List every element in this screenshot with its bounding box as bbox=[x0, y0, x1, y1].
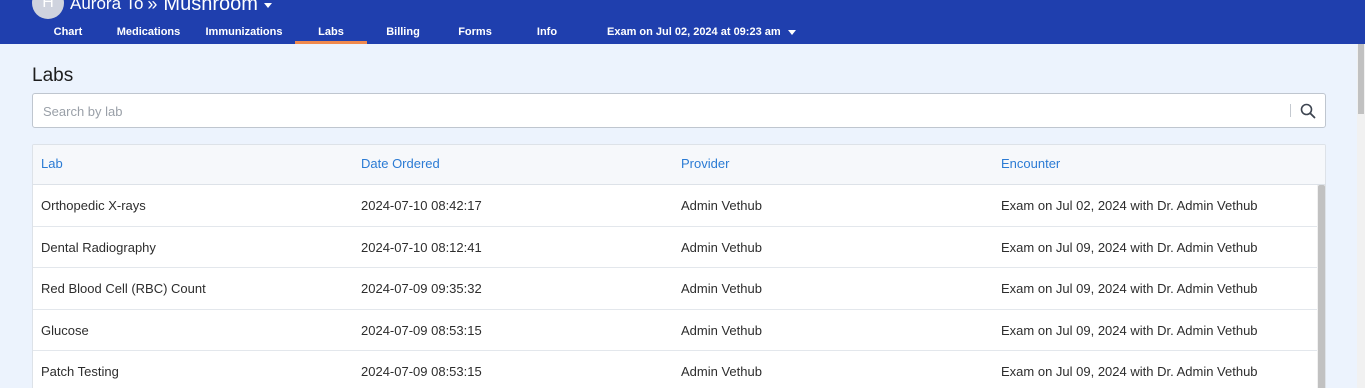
avatar[interactable]: H bbox=[32, 0, 64, 19]
table-body: Orthopedic X-rays 2024-07-10 08:42:17 Ad… bbox=[33, 185, 1317, 388]
lab-name-cell: Glucose bbox=[41, 322, 89, 338]
chevron-down-icon bbox=[787, 29, 796, 35]
encounter-cell: Exam on Jul 09, 2024 with Dr. Admin Veth… bbox=[1001, 281, 1258, 296]
lab-name-cell: Red Blood Cell (RBC) Count bbox=[41, 281, 206, 296]
tab-forms[interactable]: Forms bbox=[449, 22, 501, 44]
table-scrollbar[interactable] bbox=[1317, 185, 1325, 388]
table-row[interactable]: Dental Radiography 2024-07-10 08:12:41 A… bbox=[33, 226, 1317, 268]
search-icon[interactable] bbox=[1299, 102, 1317, 120]
page-scrollbar-thumb[interactable] bbox=[1358, 44, 1364, 114]
page-scrollbar[interactable] bbox=[1357, 44, 1365, 388]
date-ordered-cell: 2024-07-09 08:53:15 bbox=[361, 322, 482, 338]
lab-name-cell: Orthopedic X-rays bbox=[41, 198, 146, 213]
search-divider bbox=[1290, 104, 1291, 117]
encounter-cell: Exam on Jul 09, 2024 with Dr. Admin Veth… bbox=[1001, 322, 1258, 338]
encounter-select[interactable]: Exam on Jul 02, 2024 at 09:23 am bbox=[607, 22, 796, 42]
table-scrollbar-thumb[interactable] bbox=[1318, 185, 1325, 388]
breadcrumb-separator: » bbox=[147, 0, 158, 14]
table-row[interactable]: Glucose 2024-07-09 08:53:15 Admin Vethub… bbox=[33, 309, 1317, 351]
search-bar bbox=[32, 93, 1326, 128]
provider-cell: Admin Vethub bbox=[681, 322, 762, 338]
date-ordered-cell: 2024-07-10 08:12:41 bbox=[361, 239, 482, 255]
table-row[interactable]: Patch Testing 2024-07-09 08:53:15 Admin … bbox=[33, 351, 1317, 388]
date-ordered-cell: 2024-07-09 08:53:15 bbox=[361, 364, 482, 379]
tab-billing[interactable]: Billing bbox=[377, 22, 429, 44]
column-header-date-ordered[interactable]: Date Ordered bbox=[361, 145, 440, 185]
column-header-provider[interactable]: Provider bbox=[681, 145, 729, 185]
provider-cell: Admin Vethub bbox=[681, 198, 762, 213]
table-row[interactable]: Orthopedic X-rays 2024-07-10 08:42:17 Ad… bbox=[33, 185, 1317, 227]
tab-labs[interactable]: Labs bbox=[295, 22, 367, 44]
encounter-cell: Exam on Jul 09, 2024 with Dr. Admin Veth… bbox=[1001, 364, 1258, 379]
client-name-link[interactable]: Aurora To bbox=[70, 0, 143, 14]
tab-medications[interactable]: Medications bbox=[110, 22, 187, 44]
encounter-select-label: Exam on Jul 02, 2024 at 09:23 am bbox=[607, 26, 781, 38]
search-input[interactable] bbox=[43, 101, 1283, 121]
provider-cell: Admin Vethub bbox=[681, 364, 762, 379]
table-row[interactable]: Red Blood Cell (RBC) Count 2024-07-09 09… bbox=[33, 268, 1317, 310]
provider-cell: Admin Vethub bbox=[681, 281, 762, 296]
provider-cell: Admin Vethub bbox=[681, 239, 762, 255]
chevron-down-icon[interactable] bbox=[263, 2, 272, 8]
labs-table: Lab Date Ordered Provider Encounter Orth… bbox=[32, 144, 1326, 388]
lab-name-cell: Dental Radiography bbox=[41, 239, 156, 255]
page-title: Labs bbox=[32, 65, 74, 86]
patient-name-dropdown[interactable]: Mushroom bbox=[163, 0, 257, 14]
column-header-lab[interactable]: Lab bbox=[41, 145, 63, 185]
tab-chart[interactable]: Chart bbox=[42, 22, 94, 44]
date-ordered-cell: 2024-07-09 09:35:32 bbox=[361, 281, 482, 296]
tab-info[interactable]: Info bbox=[525, 22, 569, 44]
lab-name-cell: Patch Testing bbox=[41, 364, 119, 379]
breadcrumb: Aurora To » Mushroom bbox=[70, 0, 272, 14]
column-header-encounter[interactable]: Encounter bbox=[1001, 145, 1060, 185]
table-header: Lab Date Ordered Provider Encounter bbox=[33, 145, 1325, 185]
tab-immunizations[interactable]: Immunizations bbox=[200, 22, 288, 44]
encounter-cell: Exam on Jul 09, 2024 with Dr. Admin Veth… bbox=[1001, 239, 1258, 255]
top-navigation-bar: H Aurora To » Mushroom Chart Medications… bbox=[0, 0, 1365, 44]
date-ordered-cell: 2024-07-10 08:42:17 bbox=[361, 198, 482, 213]
encounter-cell: Exam on Jul 02, 2024 with Dr. Admin Veth… bbox=[1001, 198, 1258, 213]
